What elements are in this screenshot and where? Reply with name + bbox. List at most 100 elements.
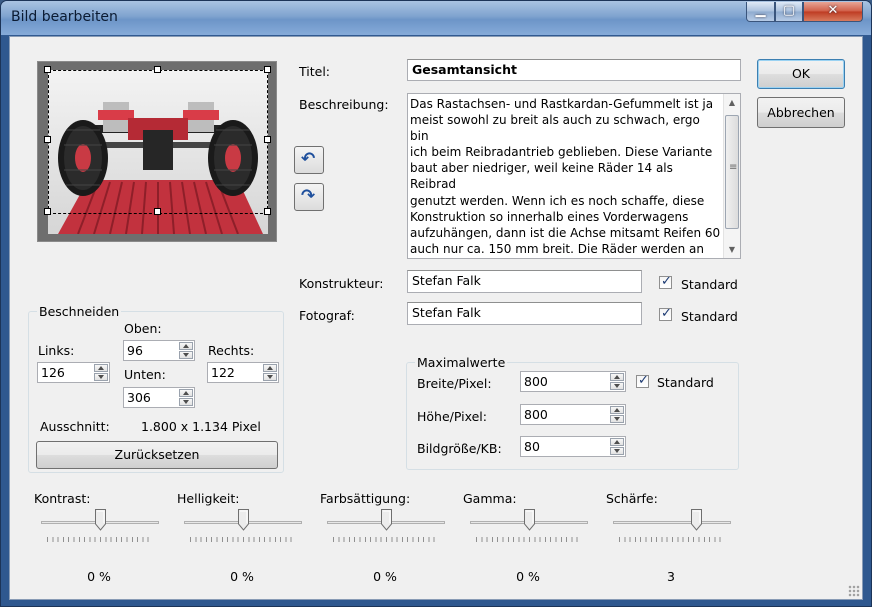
check-icon: ✓ [638,373,649,388]
title-field[interactable]: Gesamtansicht [407,59,741,81]
description-label: Beschreibung: [299,97,389,112]
constructor-default-checkbox[interactable]: ✓ [659,274,672,289]
dialog-client-area: Titel: Gesamtansicht Beschreibung: Das R… [9,36,863,600]
crop-top-label: Oben: [124,321,162,336]
constructor-default-label: Standard [681,277,738,292]
max-values-group: Maximalwerte Breite/Pixel: 800 ✓ Standar… [406,355,739,470]
maximize-button[interactable]: ▢ [775,2,803,22]
slider-thumb[interactable] [381,509,392,531]
spin-down-icon[interactable] [179,351,193,359]
image-preview[interactable] [37,61,277,242]
photographer-field[interactable]: Stefan Falk [407,302,642,325]
crop-frame[interactable] [48,70,268,214]
spin-up-icon[interactable] [179,389,193,397]
spin-down-icon[interactable] [610,415,624,423]
close-icon: ✕ [827,3,839,18]
crop-handle-bottom-left[interactable] [44,208,51,215]
slider-thumb[interactable] [238,509,249,531]
slider-thumb[interactable] [95,509,106,531]
crop-left-label: Links: [38,343,75,358]
cancel-button[interactable]: Abbrechen [757,97,845,128]
crop-handle-bottom[interactable] [154,208,161,215]
spin-down-icon[interactable] [94,373,108,381]
crop-handle-top-left[interactable] [44,66,51,73]
adjustment-slider[interactable] [470,495,600,555]
slider-value: 3 [667,569,675,584]
minimize-button[interactable]: ▁ [746,2,775,22]
crop-section-label: Ausschnitt: [40,419,110,434]
spin-down-icon[interactable] [610,447,624,455]
photographer-default-label: Standard [681,309,738,324]
description-scrollbar[interactable]: ▲ ▼ [723,94,740,258]
crop-top-spinner[interactable]: 96 [123,340,195,361]
max-values-group-title: Maximalwerte [415,355,508,370]
minimize-icon: ▁ [755,3,766,18]
scroll-down-icon[interactable]: ▼ [724,241,740,258]
slider-value: 0 % [373,569,397,584]
crop-right-value[interactable]: 122 [211,365,235,380]
crop-handle-top-right[interactable] [264,66,271,73]
spin-up-icon[interactable] [94,364,108,372]
adjustment-slider[interactable] [184,495,314,555]
max-width-value[interactable]: 800 [524,374,548,389]
reset-button[interactable]: Zurücksetzen [36,441,278,469]
resize-grip-icon[interactable] [848,585,860,597]
ok-button[interactable]: OK [757,59,845,89]
close-button[interactable]: ✕ [803,2,863,22]
crop-bottom-label: Unten: [124,367,166,382]
slider-thumb[interactable] [524,509,535,531]
spin-up-icon[interactable] [610,373,624,381]
max-height-spinner[interactable]: 800 [520,404,626,425]
title-bar[interactable]: Bild bearbeiten ▁ ▢ ✕ [1,1,871,35]
spin-down-icon[interactable] [610,382,624,390]
crop-left-value[interactable]: 126 [41,365,65,380]
max-size-value[interactable]: 80 [524,439,540,454]
rotate-left-icon: ↶ [301,149,316,169]
max-height-value[interactable]: 800 [524,407,548,422]
slider-value: 0 % [516,569,540,584]
adjustment-slider[interactable] [41,495,171,555]
max-width-default-checkbox[interactable]: ✓ [636,373,649,388]
adjustment-slider[interactable] [613,495,743,555]
max-width-label: Breite/Pixel: [417,376,492,391]
scroll-thumb[interactable] [725,115,739,229]
spin-up-icon[interactable] [610,406,624,414]
adjustment-slider[interactable] [327,495,457,555]
check-icon: ✓ [661,306,672,321]
spin-up-icon[interactable] [610,438,624,446]
slider-ticks [333,537,439,542]
scroll-up-icon[interactable]: ▲ [724,94,740,111]
crop-bottom-spinner[interactable]: 306 [123,387,195,408]
crop-bottom-value[interactable]: 306 [127,390,151,405]
max-size-spinner[interactable]: 80 [520,436,626,457]
crop-top-value[interactable]: 96 [127,343,143,358]
title-label: Titel: [299,64,330,79]
window-title: Bild bearbeiten [11,9,118,25]
crop-handle-bottom-right[interactable] [264,208,271,215]
spin-up-icon[interactable] [263,364,277,372]
max-width-spinner[interactable]: 800 [520,371,626,392]
crop-handle-left[interactable] [44,136,51,143]
slider-ticks [619,537,725,542]
photographer-default-checkbox[interactable]: ✓ [659,306,672,321]
rotate-left-button[interactable]: ↶ [294,146,324,174]
maximize-icon: ▢ [782,3,796,18]
spin-down-icon[interactable] [263,373,277,381]
crop-handle-right[interactable] [264,136,271,143]
crop-left-spinner[interactable]: 126 [37,362,110,383]
slider-thumb[interactable] [691,509,702,531]
crop-right-label: Rechts: [208,343,255,358]
slider-value: 0 % [230,569,254,584]
max-width-default-label: Standard [657,375,714,390]
crop-handle-top[interactable] [154,66,161,73]
slider-ticks [476,537,582,542]
slider-track[interactable] [613,521,731,524]
description-text[interactable]: Das Rastachsen- und Rastkardan-Gefummelt… [410,96,722,256]
description-field[interactable]: Das Rastachsen- und Rastkardan-Gefummelt… [407,93,741,259]
constructor-field[interactable]: Stefan Falk [407,270,642,293]
spin-down-icon[interactable] [179,398,193,406]
spin-up-icon[interactable] [179,342,193,350]
dialog-window: Bild bearbeiten ▁ ▢ ✕ Titel: Gesamtansic… [0,0,872,607]
crop-right-spinner[interactable]: 122 [207,362,279,383]
rotate-right-button[interactable]: ↷ [294,183,324,211]
